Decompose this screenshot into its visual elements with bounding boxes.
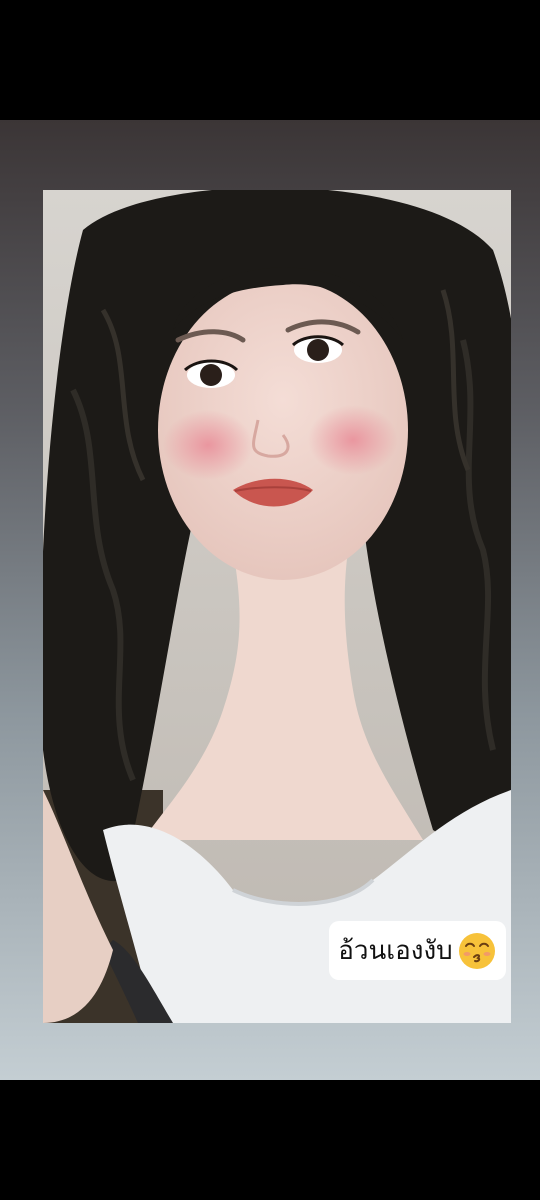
kissing-face-with-smiling-eyes-icon [458, 932, 495, 969]
story-screen: อ้วนเองงับ [0, 0, 540, 1200]
caption-sticker[interactable]: อ้วนเองงับ [329, 921, 506, 980]
story-background: อ้วนเองงับ [0, 120, 540, 1080]
selfie-photo [43, 190, 511, 1023]
caption-text: อ้วนเองงับ [338, 935, 453, 966]
